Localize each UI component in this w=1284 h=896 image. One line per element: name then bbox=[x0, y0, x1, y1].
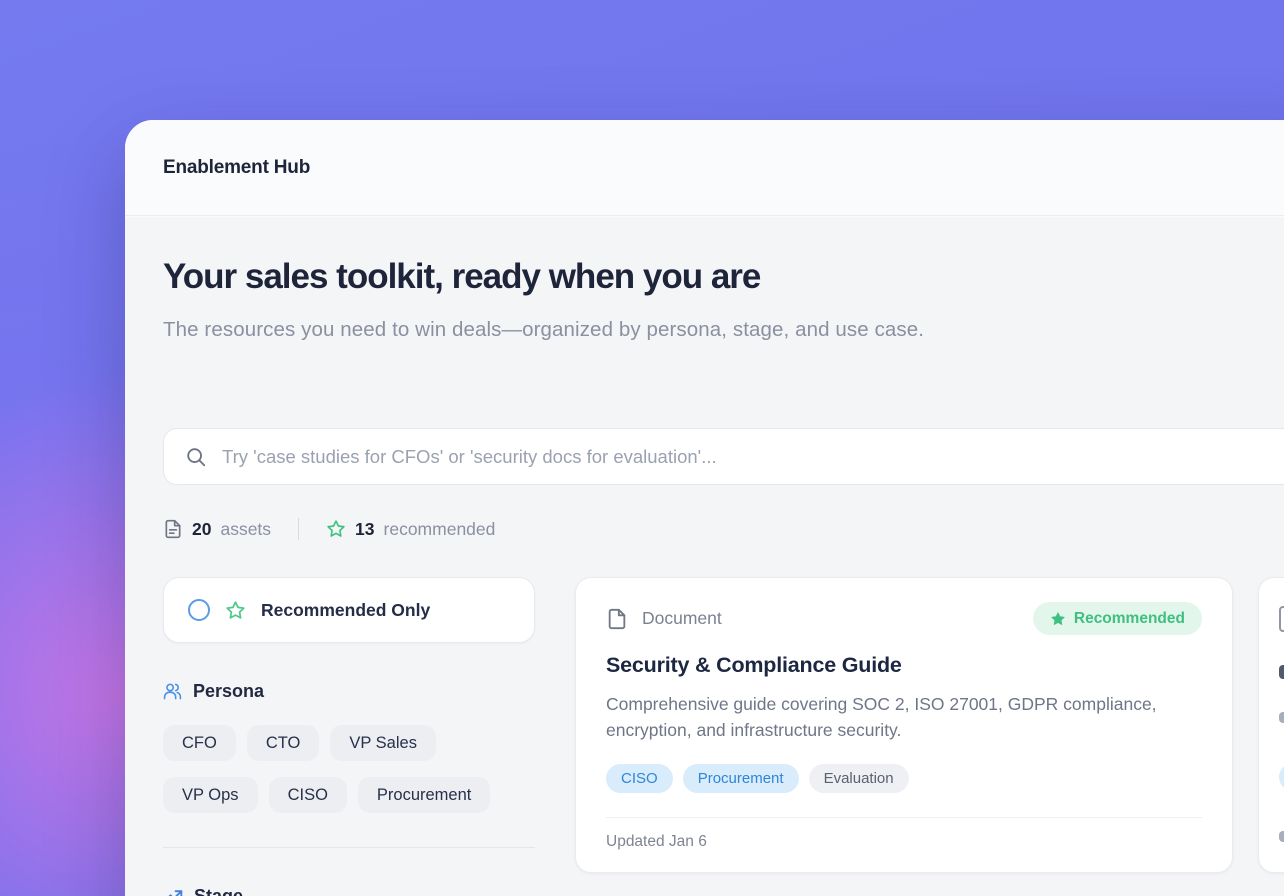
recommended-only-toggle[interactable]: Recommended Only bbox=[163, 577, 535, 643]
document-icon bbox=[1279, 606, 1284, 632]
recommended-badge: Recommended bbox=[1033, 602, 1202, 635]
star-icon bbox=[1050, 611, 1066, 627]
asset-card-header: Document Recommended bbox=[606, 602, 1202, 635]
divider bbox=[298, 518, 299, 540]
assets-count: 20 bbox=[192, 519, 211, 540]
enablement-hub-window: Enablement Hub Your sales toolkit, ready… bbox=[125, 120, 1284, 896]
asset-updated-fragment bbox=[1279, 831, 1284, 842]
persona-chip-vp-sales[interactable]: VP Sales bbox=[330, 725, 436, 761]
asset-card-partial[interactable] bbox=[1258, 577, 1284, 873]
persona-chip-vp-ops[interactable]: VP Ops bbox=[163, 777, 258, 813]
assets-count-stat: 20 assets bbox=[163, 519, 271, 540]
filter-sidebar: Recommended Only Persona CFO CTO VP Sale… bbox=[163, 577, 535, 896]
page-background: Enablement Hub Your sales toolkit, ready… bbox=[0, 0, 1284, 896]
search-icon bbox=[185, 446, 207, 468]
recommended-label: recommended bbox=[384, 519, 496, 540]
persona-section-heading: Persona bbox=[163, 681, 535, 702]
app-body: Your sales toolkit, ready when you are T… bbox=[125, 217, 1284, 896]
radio-circle-icon[interactable] bbox=[188, 599, 210, 621]
search-input[interactable] bbox=[222, 446, 1284, 468]
tag-evaluation[interactable]: Evaluation bbox=[809, 764, 909, 793]
asset-description-fragment bbox=[1279, 712, 1284, 723]
asset-card-security-compliance-guide[interactable]: Document Recommended Security & Complian… bbox=[575, 577, 1233, 873]
persona-chip-cfo[interactable]: CFO bbox=[163, 725, 236, 761]
users-icon bbox=[163, 682, 182, 701]
recommended-only-label: Recommended Only bbox=[261, 600, 430, 621]
persona-chip-cto[interactable]: CTO bbox=[247, 725, 320, 761]
page-title: Your sales toolkit, ready when you are bbox=[163, 257, 760, 297]
persona-chip-procurement[interactable]: Procurement bbox=[358, 777, 490, 813]
star-icon bbox=[225, 600, 246, 621]
stage-section-heading: Stage bbox=[163, 886, 535, 896]
asset-title-fragment bbox=[1279, 665, 1284, 679]
persona-chip-group: CFO CTO VP Sales VP Ops CISO Procurement bbox=[163, 725, 535, 813]
divider bbox=[163, 847, 535, 848]
asset-description: Comprehensive guide covering SOC 2, ISO … bbox=[606, 691, 1186, 743]
tag-procurement[interactable]: Procurement bbox=[683, 764, 799, 793]
app-title: Enablement Hub bbox=[163, 157, 310, 179]
star-icon bbox=[326, 519, 346, 539]
stage-label: Stage bbox=[194, 886, 243, 896]
asset-tag-row: CISO Procurement Evaluation bbox=[606, 764, 1202, 793]
persona-chip-ciso[interactable]: CISO bbox=[269, 777, 347, 813]
file-text-icon bbox=[163, 519, 183, 539]
trending-up-icon bbox=[163, 887, 183, 896]
tag-fragment bbox=[1279, 763, 1284, 791]
search-bar[interactable] bbox=[163, 428, 1284, 485]
asset-type-label: Document bbox=[642, 608, 722, 629]
document-icon bbox=[606, 608, 628, 630]
recommended-count: 13 bbox=[355, 519, 374, 540]
persona-label: Persona bbox=[193, 681, 264, 702]
app-header: Enablement Hub bbox=[125, 120, 1284, 216]
recommended-badge-label: Recommended bbox=[1074, 610, 1185, 628]
tag-ciso[interactable]: CISO bbox=[606, 764, 673, 793]
divider bbox=[606, 817, 1202, 818]
stats-row: 20 assets 13 recommended bbox=[163, 516, 495, 542]
asset-type: Document bbox=[606, 608, 722, 630]
page-subtitle: The resources you need to win deals—orga… bbox=[163, 313, 924, 347]
assets-label: assets bbox=[220, 519, 271, 540]
recommended-count-stat: 13 recommended bbox=[326, 519, 495, 540]
asset-title: Security & Compliance Guide bbox=[606, 653, 1202, 678]
asset-updated-date: Updated Jan 6 bbox=[606, 833, 1202, 851]
